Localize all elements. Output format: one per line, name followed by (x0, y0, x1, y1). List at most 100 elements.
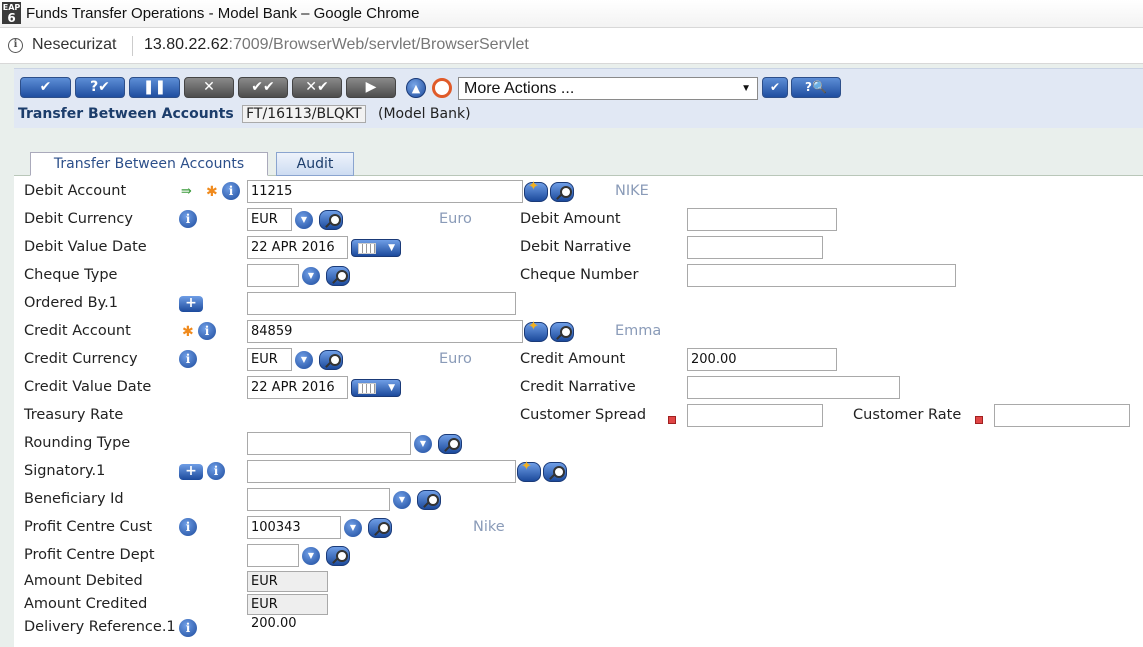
validate-search-button[interactable]: ?🔍 (791, 77, 841, 98)
profit-centre-dept-input[interactable] (247, 544, 299, 567)
profit-centre-cust-input[interactable]: 100343 (247, 516, 341, 539)
cheque-number-label: Cheque Number (520, 267, 639, 283)
go-button[interactable]: ✔ (762, 77, 788, 98)
expand-arrow-icon[interactable]: ⇛ (181, 185, 192, 199)
info-icon[interactable]: i (222, 182, 240, 200)
more-actions-select[interactable]: More Actions ... ▼ (458, 77, 758, 100)
search-icon[interactable] (368, 518, 392, 538)
dropdown-icon[interactable]: ▼ (302, 547, 320, 565)
account-wizard-icon[interactable] (524, 179, 548, 202)
dropdown-icon[interactable]: ▼ (393, 491, 411, 509)
info-icon[interactable]: i (179, 350, 197, 368)
mandatory-star-icon: ✱ (182, 324, 194, 340)
app-icon: EAP 6 (2, 2, 21, 25)
credit-account-name: Emma (615, 323, 662, 339)
commit-button[interactable]: ✔ (20, 77, 71, 98)
credit-narrative-label: Credit Narrative (520, 379, 636, 395)
transaction-title: Transfer Between Accounts (18, 106, 234, 122)
debit-narrative-input[interactable] (687, 236, 823, 259)
validate-button[interactable]: ?✔ (75, 77, 125, 98)
credit-currency-name: Euro (439, 351, 472, 367)
customer-rate-input[interactable] (994, 404, 1130, 427)
search-icon[interactable] (417, 490, 441, 510)
authorise-button[interactable]: ✔✔ (238, 77, 288, 98)
customer-spread-input[interactable] (687, 404, 823, 427)
add-icon[interactable]: + (179, 464, 203, 480)
delete-button[interactable]: ✕ (184, 77, 234, 98)
add-icon[interactable]: + (179, 296, 203, 312)
reverse-button[interactable]: ✕✔ (292, 77, 342, 98)
info-icon[interactable]: i (207, 462, 225, 480)
debit-value-date-input[interactable]: 22 APR 2016 (247, 236, 348, 259)
search-icon[interactable] (550, 182, 574, 202)
credit-currency-input[interactable]: EUR (247, 348, 292, 371)
tab-audit[interactable]: Audit (276, 152, 354, 176)
company-name: (Model Bank) (377, 106, 471, 122)
search-icon[interactable] (326, 546, 350, 566)
help-lifebuoy-icon[interactable] (432, 78, 452, 98)
dropdown-icon[interactable]: ▼ (295, 351, 313, 369)
security-label[interactable]: Nesecurizat (32, 36, 116, 54)
amount-credited-value: EUR 200.00 (247, 594, 328, 631)
window-titlebar: EAP 6 Funds Transfer Operations - Model B… (0, 0, 1143, 28)
search-icon[interactable] (543, 462, 567, 482)
signatory-input[interactable] (247, 460, 516, 483)
debit-currency-input[interactable]: EUR (247, 208, 292, 231)
info-icon[interactable]: i (179, 619, 197, 637)
debit-amount-label: Debit Amount (520, 211, 621, 227)
search-icon[interactable] (319, 350, 343, 370)
amount-debited-label: Amount Debited (24, 573, 143, 589)
tab-transfer-between-accounts[interactable]: Transfer Between Accounts (30, 152, 268, 176)
cheque-number-input[interactable] (687, 264, 956, 287)
transaction-id: FT/16113/BLQKT (242, 105, 366, 123)
url-host: 13.80.22.62 (144, 36, 229, 53)
search-icon[interactable] (319, 210, 343, 230)
dropdown-icon[interactable]: ▼ (295, 211, 313, 229)
hold-button[interactable]: ❚❚ (129, 77, 180, 98)
up-arrow-icon[interactable]: ▲ (406, 78, 426, 98)
cheque-type-label: Cheque Type (24, 267, 118, 283)
dropdown-icon[interactable]: ▼ (344, 519, 362, 537)
credit-value-date-label: Credit Value Date (24, 379, 152, 395)
dropdown-icon[interactable]: ▼ (302, 267, 320, 285)
beneficiary-id-label: Beneficiary Id (24, 491, 124, 507)
account-wizard-icon[interactable] (517, 459, 541, 482)
calendar-icon[interactable]: ▼ (351, 239, 401, 257)
rounding-type-label: Rounding Type (24, 435, 131, 451)
credit-account-input[interactable]: 84859 (247, 320, 523, 343)
beneficiary-id-input[interactable] (247, 488, 390, 511)
info-icon[interactable]: i (179, 210, 197, 228)
cheque-type-input[interactable] (247, 264, 299, 287)
rounding-type-input[interactable] (247, 432, 411, 455)
ordered-by-input[interactable] (247, 292, 516, 315)
debit-account-input[interactable]: 11215 (247, 180, 523, 203)
chevron-down-icon: ▼ (741, 83, 751, 94)
tab-bar: Transfer Between Accounts Audit (14, 152, 1143, 176)
info-icon[interactable]: i (198, 322, 216, 340)
transaction-header: Transfer Between Accounts FT/16113/BLQKT… (18, 105, 471, 123)
url-path: :7009/BrowserWeb/servlet/BrowserServlet (228, 36, 529, 53)
next-button[interactable]: ▶ (346, 77, 396, 98)
credit-narrative-input[interactable] (687, 376, 900, 399)
debit-currency-label: Debit Currency (24, 211, 133, 227)
profit-centre-dept-label: Profit Centre Dept (24, 547, 155, 563)
account-wizard-icon[interactable] (524, 319, 548, 342)
transfer-form: Debit Account ⇛ ✱ i 11215 NIKE Debit Cur… (14, 176, 1143, 647)
dropdown-icon[interactable]: ▼ (414, 435, 432, 453)
rate-indicator-icon (668, 416, 676, 424)
search-icon[interactable] (438, 434, 462, 454)
credit-amount-input[interactable]: 200.00 (687, 348, 837, 371)
url-text[interactable]: 13.80.22.62:7009/BrowserWeb/servlet/Brow… (144, 36, 529, 54)
calendar-icon[interactable]: ▼ (351, 379, 401, 397)
ordered-by-label: Ordered By.1 (24, 295, 118, 311)
site-info-icon[interactable]: i (8, 38, 23, 53)
mandatory-star-icon: ✱ (206, 184, 218, 200)
credit-value-date-input[interactable]: 22 APR 2016 (247, 376, 348, 399)
debit-amount-input[interactable] (687, 208, 837, 231)
credit-amount-label: Credit Amount (520, 351, 626, 367)
search-icon[interactable] (326, 266, 350, 286)
info-icon[interactable]: i (179, 518, 197, 536)
signatory-label: Signatory.1 (24, 463, 106, 479)
profit-centre-cust-name: Nike (473, 519, 505, 535)
search-icon[interactable] (550, 322, 574, 342)
